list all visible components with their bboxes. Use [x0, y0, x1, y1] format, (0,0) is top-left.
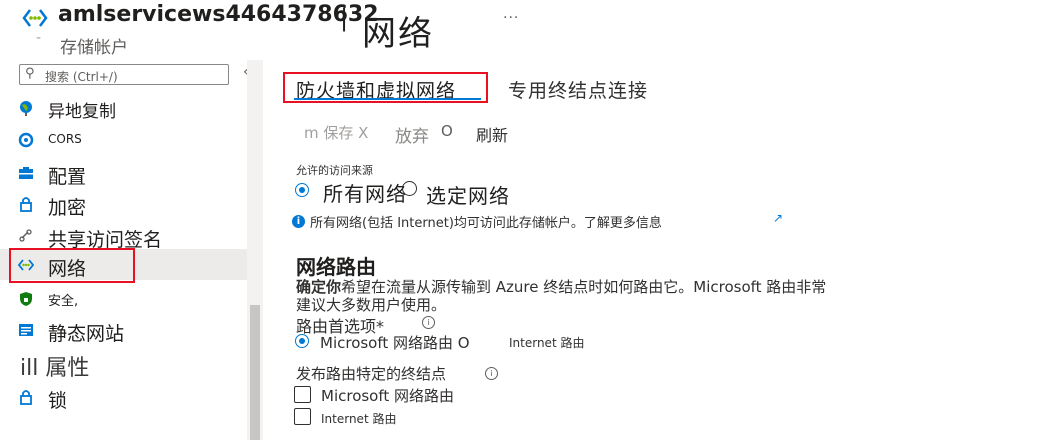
lock-icon — [18, 196, 34, 212]
discard-button[interactable]: 放弃 — [395, 122, 429, 147]
sidebar-item-geo-replication[interactable]: 异地复制 — [0, 93, 247, 125]
search-icon: ⚲ — [25, 66, 35, 81]
highlight-box-networking — [9, 248, 135, 283]
highlight-box-firewall-tab — [283, 72, 488, 103]
save-button[interactable]: m 保存 X — [304, 122, 368, 143]
shield-icon — [18, 291, 34, 307]
subtitle-dash: - — [36, 30, 42, 46]
sidebar-item-security[interactable]: 安全, — [0, 284, 247, 316]
sidebar-item-properties[interactable]: ill 属性 — [0, 348, 247, 381]
sidebar-item-configuration[interactable]: 配置 — [0, 158, 247, 190]
checkbox-publish-internet[interactable] — [294, 408, 311, 425]
sidebar-item-label: ill 属性 — [20, 356, 90, 381]
resource-type: 存储帐户 — [60, 38, 128, 58]
sidebar-item-static-website[interactable]: 静态网站 — [0, 315, 247, 347]
radio-selected-networks[interactable] — [402, 181, 417, 196]
sidebar-item-label: 安全, — [48, 294, 79, 309]
cors-icon — [18, 132, 34, 148]
publish-internet-label: Internet 路由 — [321, 412, 397, 426]
page-title: 网络 — [362, 14, 434, 54]
title-divider: | — [340, 4, 349, 32]
radio-microsoft-routing[interactable] — [295, 334, 309, 348]
globe-icon — [18, 100, 34, 116]
sidebar-item-label: 配置 — [48, 166, 87, 188]
sidebar-item-locks[interactable]: 锁 — [0, 382, 247, 414]
tab-private-endpoint-connections[interactable]: 专用终结点连接 — [508, 76, 648, 103]
sidebar-item-label: 异地复制 — [48, 102, 116, 122]
link-icon — [18, 228, 34, 244]
sidebar-item-label: 静态网站 — [48, 323, 125, 345]
allow-access-from-label: 允许的访问来源 — [296, 164, 373, 177]
storage-network-icon — [22, 6, 48, 32]
resource-name: amlservicews4464378632 — [58, 2, 379, 27]
microsoft-routing-label: Microsoft 网络路由 O — [320, 334, 470, 352]
sidebar-item-label: 锁 — [48, 390, 68, 412]
publish-endpoints-label: 发布路由特定的终结点 — [296, 365, 447, 383]
publish-endpoints-info-icon[interactable]: i — [485, 367, 498, 380]
sidebar-item-label: 加密 — [48, 197, 87, 219]
all-networks-info-text: 所有网络(包括 Internet)均可访问此存储帐户。了解更多信息 — [310, 216, 662, 231]
external-link-icon[interactable]: ↗ — [773, 211, 783, 225]
selected-networks-label: 选定网络 — [426, 184, 510, 208]
routing-preference-info-icon[interactable]: i — [422, 316, 435, 329]
refresh-button[interactable]: 刷新 — [476, 122, 508, 146]
publish-microsoft-label: Microsoft 网络路由 — [321, 387, 455, 405]
search-placeholder: 搜索 (Ctrl+/) — [45, 70, 118, 84]
internet-routing-label: Internet 路由 — [509, 336, 585, 350]
sidebar-scrollbar-thumb[interactable] — [250, 305, 260, 440]
info-icon: i — [292, 215, 305, 228]
radio-all-networks[interactable] — [295, 183, 309, 197]
lock-icon — [18, 389, 34, 405]
static-website-icon — [18, 322, 34, 338]
checkbox-publish-microsoft[interactable] — [294, 386, 311, 403]
routing-description-line2: 建议大多数用户使用。 — [296, 296, 447, 314]
all-networks-label: 所有网络 — [323, 182, 407, 206]
sidebar-item-cors[interactable]: CORS — [0, 125, 247, 157]
more-options-button[interactable]: ... — [503, 6, 519, 22]
configuration-icon — [18, 165, 34, 181]
discard-icon: O — [441, 122, 453, 140]
sidebar-item-label: CORS — [48, 132, 82, 146]
sidebar-item-encryption[interactable]: 加密 — [0, 189, 247, 221]
